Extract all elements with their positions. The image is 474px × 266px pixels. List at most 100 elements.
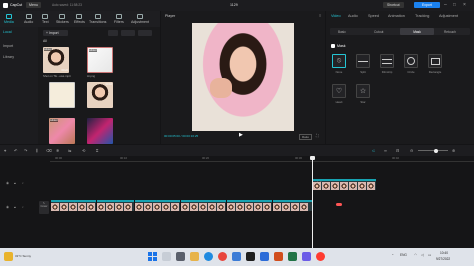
export-button[interactable]: Export	[414, 2, 440, 8]
fullscreen-icon[interactable]: ⛶	[316, 133, 319, 138]
subtab-basic[interactable]: Basic	[338, 30, 346, 34]
toolbar-stickers[interactable]: Stickers	[56, 14, 69, 24]
word-icon[interactable]	[260, 252, 269, 261]
crop-icon[interactable]: ⌗	[96, 148, 98, 153]
clock-date[interactable]: 9/27/2022	[436, 257, 450, 261]
mask-circle[interactable]	[404, 54, 418, 68]
import-button[interactable]: + Import	[43, 30, 68, 36]
tab-tracking[interactable]: Tracking	[415, 14, 429, 18]
edge-icon[interactable]	[204, 252, 213, 261]
excel-icon[interactable]	[288, 252, 297, 261]
ratio-button[interactable]: Ratio	[299, 134, 313, 140]
tab-video[interactable]: Video	[331, 14, 341, 18]
media-thumb-video[interactable]: Added 00:22	[43, 47, 69, 73]
powerpoint-icon[interactable]	[274, 252, 283, 261]
tab-animation[interactable]: Animation	[388, 14, 405, 18]
capcut-taskbar-icon[interactable]	[246, 252, 255, 261]
zoom-slider-handle[interactable]	[434, 148, 438, 153]
time-ruler[interactable]: 00:00 00:10 00:20 00:30 00:40	[50, 156, 474, 162]
shortcut-button[interactable]: Shortcut	[383, 2, 404, 8]
play-icon[interactable]: ▶	[239, 132, 243, 138]
filter-all-dropdown[interactable]	[138, 30, 152, 36]
toolbar-filters[interactable]: Filters	[114, 14, 124, 24]
mirror-icon[interactable]: ⇋	[68, 148, 71, 153]
sort-icon[interactable]	[121, 30, 135, 36]
language-indicator[interactable]: ENG	[400, 253, 407, 257]
magnet-icon[interactable]: ⊂	[372, 148, 375, 153]
tab-speed[interactable]: Speed	[368, 14, 379, 18]
task-view-icon[interactable]	[176, 252, 185, 261]
preview-axis-icon[interactable]: ⊟	[396, 148, 399, 153]
zoom-slider[interactable]	[418, 148, 448, 153]
weather-icon[interactable]	[4, 252, 13, 261]
mask-filmstrip[interactable]	[380, 54, 394, 68]
main-clip-1[interactable]: Shot on Tik...ews.mp4 00:00:02:20	[51, 200, 96, 211]
subtab-cutout[interactable]: Cutout	[374, 30, 383, 34]
toolbar-transitions[interactable]: Transitions	[89, 14, 106, 24]
toolbar-media[interactable]: Media	[4, 14, 14, 24]
playhead-handle[interactable]	[310, 156, 315, 160]
video-preview[interactable]	[192, 23, 294, 131]
track-lock-icon[interactable]: 🔒︎	[14, 181, 16, 185]
teams-icon[interactable]	[302, 252, 311, 261]
main-clip-6[interactable]: Shot on Tik 00:00:01:10	[273, 200, 313, 211]
close-icon[interactable]: ×	[463, 2, 466, 8]
media-thumb-4[interactable]: 00:10	[87, 82, 113, 108]
media-thumb-3[interactable]	[49, 82, 75, 108]
track-hide-icon[interactable]: ◉	[6, 181, 9, 185]
media-thumb-image[interactable]: Added	[87, 47, 113, 73]
minimize-icon[interactable]: –	[444, 2, 447, 8]
view-toggle-icon[interactable]	[108, 30, 118, 36]
delete-icon[interactable]: ⌫	[46, 148, 52, 153]
toolbar-audio[interactable]: Audio	[24, 14, 33, 24]
select-tool-icon[interactable]: ⌖	[4, 148, 6, 153]
store-icon[interactable]	[232, 252, 241, 261]
track-mute-icon[interactable]: ♪	[22, 181, 24, 185]
sidebar-item-local[interactable]: Local	[3, 30, 12, 34]
menu-button[interactable]: Menu	[26, 2, 41, 8]
mask-checkbox[interactable]	[331, 44, 335, 48]
search-icon[interactable]	[162, 252, 171, 261]
rotate-icon[interactable]: ⟲	[82, 148, 85, 153]
start-icon[interactable]	[148, 252, 157, 261]
main-track-mute-icon[interactable]: ♪	[22, 205, 24, 209]
link-icon[interactable]: ∞	[384, 148, 387, 153]
mask-rectangle[interactable]	[428, 54, 442, 68]
battery-icon[interactable]: ▭	[428, 253, 431, 257]
media-thumb-5[interactable]: Added	[49, 118, 75, 144]
undo-icon[interactable]: ↶	[14, 148, 17, 153]
main-clip-2[interactable]: Shot on Tik 00:00:01:10	[97, 200, 134, 211]
toolbar-effects[interactable]: Effects	[74, 14, 85, 24]
media-app-icon[interactable]	[316, 252, 325, 261]
sidebar-item-library[interactable]: Library	[3, 55, 14, 59]
media-thumb-6[interactable]	[87, 118, 113, 144]
wifi-icon[interactable]: ◠	[414, 253, 417, 257]
freeze-icon[interactable]: ❄	[56, 148, 59, 153]
toolbar-adjustment[interactable]: Adjustment	[131, 14, 149, 24]
maximize-icon[interactable]: □	[453, 2, 456, 7]
main-clip-3[interactable]: Shot on Tik 00:00:01:10	[135, 200, 180, 211]
overlay-clip[interactable]: Hi.png 00:00:03:20	[313, 179, 376, 190]
more-icon[interactable]: ≡	[319, 13, 321, 18]
toolbar-text[interactable]: Text	[42, 14, 49, 24]
volume-icon[interactable]: ◁	[421, 253, 424, 257]
redo-icon[interactable]: ↷	[24, 148, 27, 153]
zoom-out-icon[interactable]: ⊖	[410, 148, 413, 153]
main-track-lock-icon[interactable]: 🔒︎	[14, 205, 16, 209]
mask-heart[interactable]: ♡	[332, 84, 346, 98]
main-clip-5[interactable]: Shot on Tik 00:00:01:10	[227, 200, 272, 211]
sidebar-item-import[interactable]: Import	[3, 44, 13, 48]
tab-adjustment[interactable]: Adjustment	[439, 14, 458, 18]
playhead[interactable]	[310, 156, 315, 248]
mask-none[interactable]: ⦸	[332, 54, 346, 68]
mask-star[interactable]: ☆	[356, 84, 370, 98]
subtab-mask[interactable]: Mask	[400, 28, 434, 35]
zoom-in-icon[interactable]: ⊕	[452, 148, 455, 153]
chrome-icon[interactable]	[218, 252, 227, 261]
cover-button[interactable]: ✎ Cover	[39, 201, 49, 214]
tray-chevron-icon[interactable]: ^	[392, 253, 393, 257]
tab-audio[interactable]: Audio	[348, 14, 358, 18]
main-track-hide-icon[interactable]: ◉	[6, 205, 9, 209]
mask-split[interactable]	[356, 54, 370, 68]
main-clip-4[interactable]: Shot on Tik 00:00:01:10	[181, 200, 226, 211]
